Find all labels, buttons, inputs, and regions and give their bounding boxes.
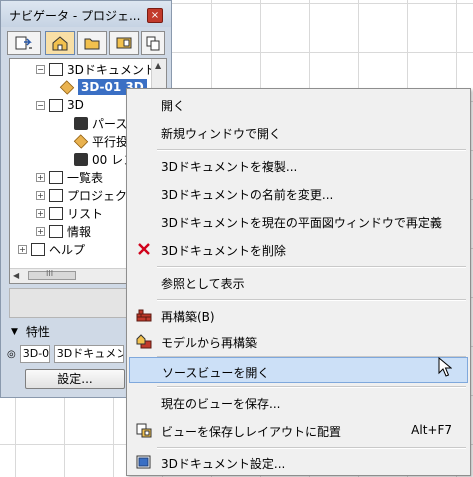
- tree-label: 一覧表: [67, 170, 104, 185]
- project-map-icon: [15, 36, 32, 50]
- rebuild-from-model-icon: [136, 334, 152, 349]
- layout-book-button[interactable]: [77, 31, 107, 55]
- triangle-down-icon[interactable]: ▼: [11, 327, 18, 337]
- project-index-icon: [49, 188, 63, 202]
- scroll-up-icon[interactable]: ▲: [155, 61, 161, 70]
- menu-item-open-new-window[interactable]: 新規ウィンドウで開く: [129, 119, 468, 145]
- view-map-button[interactable]: [45, 31, 75, 55]
- close-icon[interactable]: ×: [147, 8, 163, 23]
- menu-item-label: 新規ウィンドウで開く: [161, 127, 282, 141]
- menu-item-rebuild[interactable]: 再構築(B): [129, 302, 468, 328]
- rebuild-icon: [136, 309, 152, 322]
- camera-icon: [74, 116, 88, 130]
- settings-button[interactable]: 設定...: [25, 369, 125, 389]
- menu-item-rebuild-from-model[interactable]: モデルから再構築: [129, 328, 468, 354]
- menu-item-label: 3Dドキュメントを削除: [161, 244, 286, 258]
- tree-item-info[interactable]: + 情報: [36, 222, 91, 240]
- properties-row: ◎ 3D-0 3Dドキュメント: [7, 345, 124, 363]
- menu-separator: [157, 299, 466, 301]
- tree-label: 情報: [67, 224, 92, 239]
- properties-title: 特性: [25, 325, 50, 339]
- publisher-button[interactable]: [109, 31, 139, 55]
- type-field[interactable]: 3Dドキュメント: [53, 345, 124, 363]
- expand-icon[interactable]: +: [36, 172, 45, 182]
- menu-item-label: 3Dドキュメント設定...: [161, 457, 286, 471]
- tree-label: リスト: [67, 206, 104, 221]
- tree-item-perspective[interactable]: パース: [74, 114, 127, 132]
- help-icon: [31, 242, 45, 256]
- menu-item-label: ビューを保存しレイアウトに配置: [161, 425, 342, 439]
- axonometry-icon: [73, 133, 89, 149]
- mouse-cursor-icon: [438, 357, 452, 377]
- navigator-toolbar: [7, 31, 165, 57]
- menu-item-delete[interactable]: 3Dドキュメントを削除: [129, 236, 468, 262]
- tree-item-3d[interactable]: − 3D: [36, 96, 84, 114]
- menu-item-open[interactable]: 開く: [129, 91, 468, 117]
- menu-item-label: 再構築(B): [161, 310, 215, 324]
- camera-icon: [74, 152, 88, 166]
- tree-label: 3Dドキュメント: [67, 62, 156, 77]
- menu-item-redefine[interactable]: 3Dドキュメントを現在の平面図ウィンドウで再定義: [129, 208, 468, 234]
- menu-item-save-current-view[interactable]: 現在のビューを保存...: [129, 389, 468, 415]
- properties-header[interactable]: ▼ 特性: [11, 323, 50, 340]
- menu-item-label: 現在のビューを保存...: [161, 397, 281, 411]
- folder-icon: [84, 38, 100, 50]
- navigator-title-bar[interactable]: ナビゲータ - プロジェ... ×: [1, 1, 171, 27]
- menu-separator: [157, 386, 466, 388]
- scroll-left-icon[interactable]: ◀: [13, 271, 19, 280]
- tree-item-parallel[interactable]: 平行投: [73, 132, 129, 150]
- organizer-button[interactable]: [141, 31, 165, 55]
- copy-icon: [146, 36, 160, 51]
- tree-item-help[interactable]: + ヘルプ: [18, 240, 85, 258]
- menu-item-rename[interactable]: 3Dドキュメントの名前を変更...: [129, 180, 468, 206]
- 3d-document-icon: [59, 79, 75, 95]
- house-icon: [52, 36, 68, 51]
- menu-item-duplicate[interactable]: 3Dドキュメントを複製...: [129, 152, 468, 178]
- context-menu: 開く 新規ウィンドウで開く 3Dドキュメントを複製... 3Dドキュメントの名前…: [126, 88, 471, 476]
- expand-icon[interactable]: +: [36, 226, 45, 236]
- collapse-icon[interactable]: −: [36, 64, 45, 74]
- menu-item-3d-document-settings[interactable]: 3Dドキュメント設定...: [129, 449, 468, 475]
- tree-label: ヘルプ: [49, 242, 86, 257]
- tree-item-3d-documents[interactable]: − 3Dドキュメント: [36, 60, 156, 78]
- menu-item-label: モデルから再構築: [161, 336, 258, 350]
- menu-item-label: 開く: [161, 99, 186, 113]
- save-view-layout-icon: [136, 423, 152, 438]
- collapse-icon[interactable]: −: [36, 100, 45, 110]
- 3d-document-folder-icon: [49, 62, 63, 76]
- scroll-thumb[interactable]: III: [28, 269, 76, 280]
- menu-item-save-view-place-layout[interactable]: ビューを保存しレイアウトに配置 Alt+F7: [129, 417, 468, 443]
- tree-item-lists[interactable]: + リスト: [36, 204, 103, 222]
- tree-label: 3D: [67, 98, 84, 112]
- menu-item-show-as-reference[interactable]: 参照として表示: [129, 269, 468, 295]
- expand-icon[interactable]: +: [18, 244, 27, 254]
- menu-item-label: 参照として表示: [161, 277, 245, 291]
- tree-label: 平行投: [92, 134, 129, 149]
- expand-icon[interactable]: +: [36, 190, 45, 200]
- menu-item-open-source-view[interactable]: ソースビューを開く: [129, 357, 468, 383]
- layout-icon: [116, 37, 132, 49]
- schedule-icon: [49, 170, 63, 184]
- menu-item-shortcut: Alt+F7: [411, 423, 452, 437]
- menu-item-label: 3Dドキュメントを現在の平面図ウィンドウで再定義: [161, 216, 442, 230]
- 3d-view-folder-icon: [49, 98, 63, 112]
- list-icon: [49, 206, 63, 220]
- id-field[interactable]: 3D-0: [19, 345, 50, 363]
- menu-separator: [157, 149, 466, 151]
- document-settings-icon: [136, 455, 151, 469]
- project-map-button[interactable]: [7, 31, 41, 55]
- tree-label: パース: [92, 116, 128, 131]
- tree-item-schedules[interactable]: + 一覧表: [36, 168, 103, 186]
- menu-separator: [157, 266, 466, 268]
- delete-x-icon: [138, 243, 150, 255]
- info-icon: [49, 224, 63, 238]
- menu-item-label: 3Dドキュメントを複製...: [161, 160, 298, 174]
- expand-icon[interactable]: +: [36, 208, 45, 218]
- menu-item-label: 3Dドキュメントの名前を変更...: [161, 188, 334, 202]
- navigator-title: ナビゲータ - プロジェ...: [9, 9, 141, 23]
- tree-item-project-index[interactable]: + プロジェクト: [36, 186, 139, 204]
- view-marker-icon: ◎: [7, 348, 16, 360]
- menu-item-label: ソースビューを開く: [162, 366, 270, 380]
- scroll-thumb-grip: III: [46, 269, 54, 278]
